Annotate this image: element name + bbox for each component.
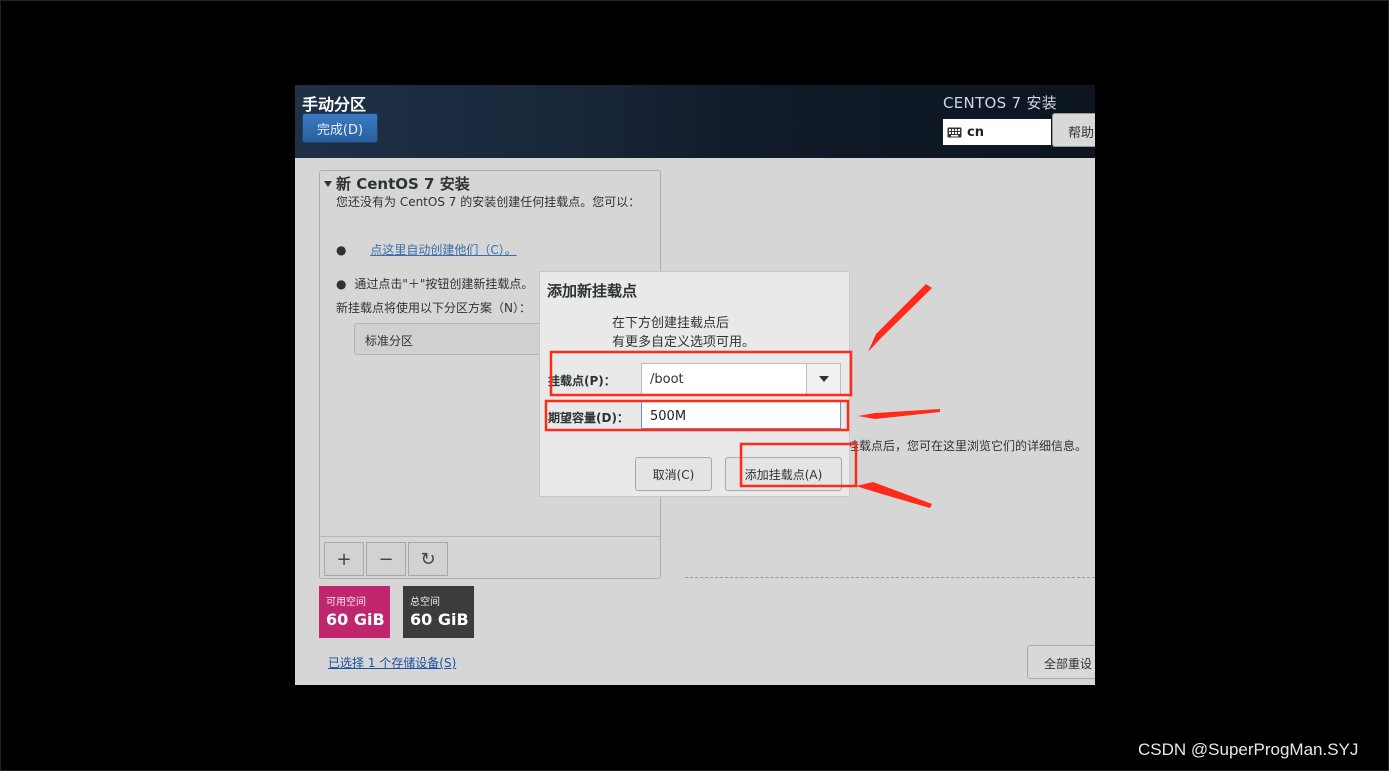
annotation-arrow-1 (868, 284, 932, 352)
annotation-box-mount-point (549, 350, 853, 397)
annotation-box-capacity (544, 399, 850, 432)
annotation-box-add-button (739, 442, 858, 488)
annotation-arrow-2 (858, 409, 940, 419)
watermark: CSDN @SuperProgMan.SYJ (1138, 740, 1359, 759)
annotation-overlay (544, 284, 940, 508)
annotation-arrow-3 (856, 482, 932, 508)
